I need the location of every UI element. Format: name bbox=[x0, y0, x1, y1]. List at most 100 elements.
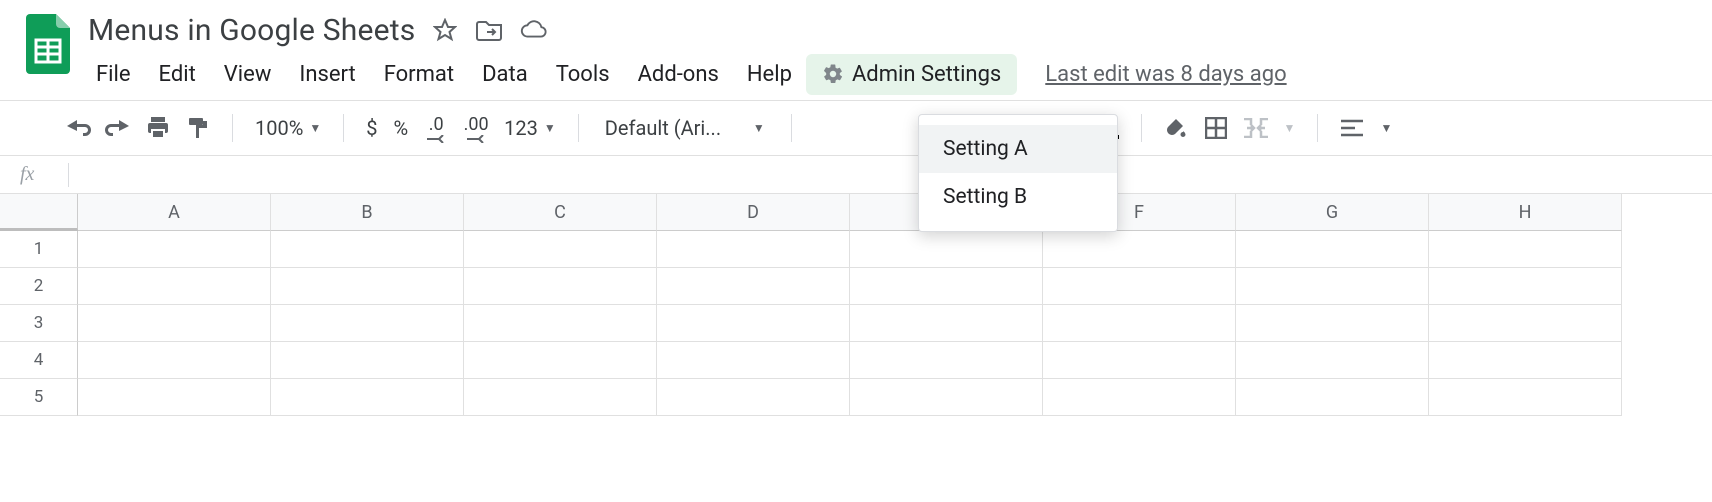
chevron-down-icon: ▼ bbox=[753, 121, 765, 135]
cell[interactable] bbox=[850, 231, 1043, 268]
row-header-4[interactable]: 4 bbox=[0, 342, 78, 379]
cell[interactable] bbox=[1236, 305, 1429, 342]
cell[interactable] bbox=[271, 305, 464, 342]
cell[interactable] bbox=[464, 379, 657, 416]
borders-button[interactable] bbox=[1198, 110, 1234, 146]
cell[interactable] bbox=[850, 268, 1043, 305]
row-header-5[interactable]: 5 bbox=[0, 379, 78, 416]
cell[interactable] bbox=[1043, 268, 1236, 305]
menu-admin-label: Admin Settings bbox=[852, 62, 1001, 87]
last-edit-link[interactable]: Last edit was 8 days ago bbox=[1045, 62, 1286, 87]
menu-help[interactable]: Help bbox=[733, 54, 806, 95]
cell[interactable] bbox=[657, 231, 850, 268]
menu-file[interactable]: File bbox=[82, 54, 145, 95]
cell[interactable] bbox=[1236, 379, 1429, 416]
undo-icon[interactable] bbox=[60, 110, 96, 146]
cell[interactable] bbox=[1236, 231, 1429, 268]
cell[interactable] bbox=[271, 342, 464, 379]
star-icon[interactable] bbox=[431, 16, 459, 44]
cell[interactable] bbox=[1429, 342, 1622, 379]
cell[interactable] bbox=[657, 305, 850, 342]
menu-edit[interactable]: Edit bbox=[145, 54, 210, 95]
cell[interactable] bbox=[78, 342, 271, 379]
format-currency[interactable]: $ bbox=[360, 116, 383, 140]
row-header-1[interactable]: 1 bbox=[0, 231, 78, 268]
cell[interactable] bbox=[271, 268, 464, 305]
document-title[interactable]: Menus in Google Sheets bbox=[80, 13, 415, 48]
chevron-down-icon[interactable]: ▼ bbox=[1278, 121, 1302, 135]
toolbar-separator bbox=[232, 114, 233, 142]
menu-addons[interactable]: Add-ons bbox=[624, 54, 733, 95]
dec-dec-label: .0 bbox=[429, 114, 444, 135]
print-icon[interactable] bbox=[140, 110, 176, 146]
cell[interactable] bbox=[464, 268, 657, 305]
cell[interactable] bbox=[78, 231, 271, 268]
cell[interactable] bbox=[464, 231, 657, 268]
row-header-2[interactable]: 2 bbox=[0, 268, 78, 305]
cell[interactable] bbox=[1429, 231, 1622, 268]
cell[interactable] bbox=[1043, 305, 1236, 342]
dropdown-item-setting-a[interactable]: Setting A bbox=[919, 125, 1117, 173]
cell[interactable] bbox=[78, 268, 271, 305]
font-dropdown[interactable]: Default (Ari... ▼ bbox=[595, 110, 775, 146]
spreadsheet-grid: A B C D E F G H 1 2 3 4 5 bbox=[0, 194, 1712, 416]
gear-icon bbox=[822, 63, 844, 85]
col-header-b[interactable]: B bbox=[271, 194, 464, 231]
cell[interactable] bbox=[464, 342, 657, 379]
cell[interactable] bbox=[1429, 379, 1622, 416]
cell[interactable] bbox=[657, 379, 850, 416]
menu-admin-settings[interactable]: Admin Settings bbox=[806, 54, 1017, 95]
col-header-d[interactable]: D bbox=[657, 194, 850, 231]
merge-cells-button[interactable] bbox=[1238, 110, 1274, 146]
cell[interactable] bbox=[1236, 342, 1429, 379]
select-all-corner[interactable] bbox=[0, 194, 78, 231]
admin-settings-dropdown: Setting A Setting B bbox=[918, 114, 1118, 232]
menu-tools[interactable]: Tools bbox=[542, 54, 624, 95]
col-header-a[interactable]: A bbox=[78, 194, 271, 231]
format-percent[interactable]: % bbox=[388, 116, 415, 140]
num-fmt-label: 123 bbox=[504, 116, 538, 140]
cell[interactable] bbox=[1236, 268, 1429, 305]
cell[interactable] bbox=[850, 305, 1043, 342]
cell[interactable] bbox=[271, 231, 464, 268]
cell[interactable] bbox=[1043, 231, 1236, 268]
cell[interactable] bbox=[850, 342, 1043, 379]
inc-dec-label: .00 bbox=[464, 114, 489, 135]
sheets-logo[interactable] bbox=[16, 8, 80, 74]
chevron-down-icon: ▼ bbox=[309, 121, 321, 135]
cell[interactable] bbox=[1429, 305, 1622, 342]
horizontal-align-button[interactable] bbox=[1334, 110, 1370, 146]
redo-icon[interactable] bbox=[100, 110, 136, 146]
formula-input[interactable] bbox=[69, 156, 1712, 193]
cell[interactable] bbox=[1043, 379, 1236, 416]
zoom-dropdown[interactable]: 100% ▼ bbox=[249, 116, 327, 140]
cell[interactable] bbox=[1043, 342, 1236, 379]
more-formats-dropdown[interactable]: 123 ▼ bbox=[498, 116, 562, 140]
cell[interactable] bbox=[657, 342, 850, 379]
cell[interactable] bbox=[850, 379, 1043, 416]
menu-insert[interactable]: Insert bbox=[285, 54, 369, 95]
cell[interactable] bbox=[1429, 268, 1622, 305]
col-header-h[interactable]: H bbox=[1429, 194, 1622, 231]
formula-bar: fx bbox=[0, 156, 1712, 194]
cell[interactable] bbox=[78, 305, 271, 342]
cell[interactable] bbox=[271, 379, 464, 416]
move-icon[interactable] bbox=[475, 16, 503, 44]
increase-decimal[interactable]: .00 bbox=[458, 110, 494, 146]
decrease-decimal[interactable]: .0 bbox=[418, 110, 454, 146]
menu-view[interactable]: View bbox=[210, 54, 286, 95]
cell[interactable] bbox=[78, 379, 271, 416]
row-header-3[interactable]: 3 bbox=[0, 305, 78, 342]
chevron-down-icon[interactable]: ▼ bbox=[1374, 121, 1398, 135]
cell[interactable] bbox=[657, 268, 850, 305]
cloud-icon[interactable] bbox=[519, 16, 547, 44]
dropdown-item-setting-b[interactable]: Setting B bbox=[919, 173, 1117, 221]
col-header-c[interactable]: C bbox=[464, 194, 657, 231]
paint-format-icon[interactable] bbox=[180, 110, 216, 146]
cell[interactable] bbox=[464, 305, 657, 342]
col-header-g[interactable]: G bbox=[1236, 194, 1429, 231]
menu-data[interactable]: Data bbox=[468, 54, 542, 95]
fill-color-button[interactable] bbox=[1158, 110, 1194, 146]
menu-bar: File Edit View Insert Format Data Tools … bbox=[80, 52, 1712, 96]
menu-format[interactable]: Format bbox=[370, 54, 468, 95]
